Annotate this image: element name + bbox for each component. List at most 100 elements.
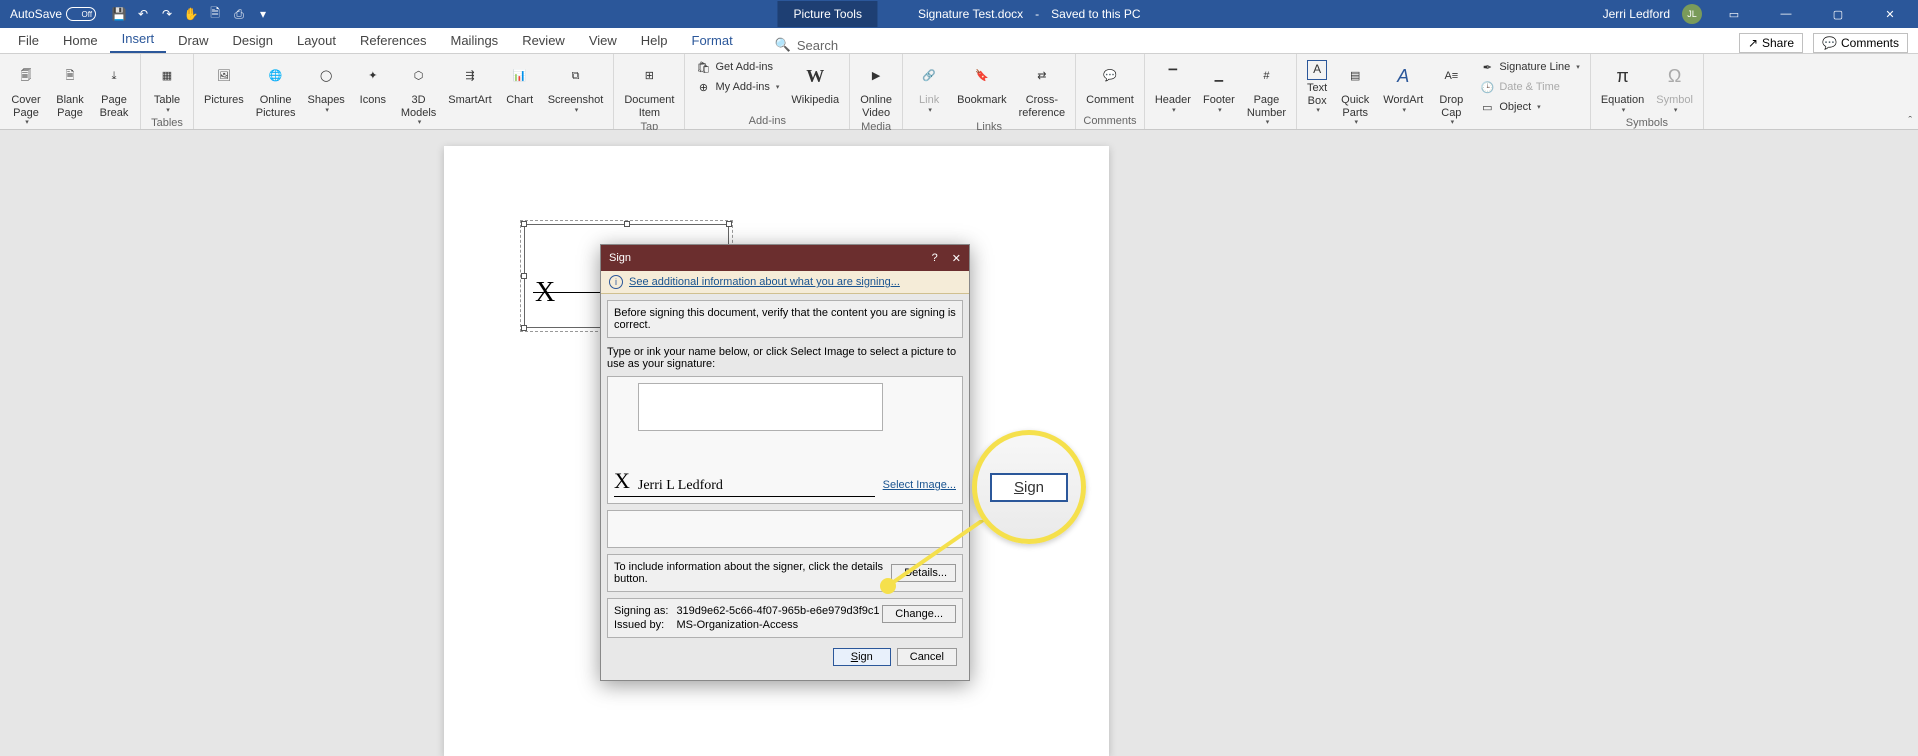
pictures-icon: 🖼 [208,60,240,92]
equation-icon: π [1607,60,1639,92]
symbol-icon: Ω [1659,60,1691,92]
cross-reference-icon: ⇄ [1026,60,1058,92]
online-pictures-icon: 🌐 [260,60,292,92]
tab-help[interactable]: Help [629,28,680,53]
tab-layout[interactable]: Layout [285,28,348,53]
sign-button[interactable]: Sign [833,648,891,666]
text-box-icon: A [1307,60,1327,80]
object-button[interactable]: ▭Object▾ [1475,98,1583,116]
doc-name: Signature Test.docx [918,7,1023,21]
signing-as-value: 319d9e62-5c66-4f07-965b-e6e979d3f9c1 [676,605,879,617]
signature-input[interactable]: X Jerri L Ledford [614,468,875,497]
avatar[interactable]: JL [1682,4,1702,24]
online-video-icon: ▶ [860,60,892,92]
username: Jerri Ledford [1603,7,1670,21]
share-icon: ↗ [1748,36,1758,50]
tab-file[interactable]: File [6,28,51,53]
cover-page-button[interactable]: 🗐Cover Page▾ [6,58,46,129]
picture-tools-tab[interactable]: Picture Tools [777,1,877,27]
quick-parts-button[interactable]: ▤Quick Parts▾ [1335,58,1375,129]
shapes-button[interactable]: ◯Shapes▾ [304,58,349,117]
smartart-button[interactable]: ⇶SmartArt [444,58,495,109]
3d-models-icon: ⬡ [403,60,435,92]
document-item-button[interactable]: ⊞Document Item [620,58,678,121]
comments-icon: 💬 [1822,36,1837,50]
chart-button[interactable]: 📊Chart [500,58,540,109]
maximize-icon[interactable]: ▢ [1818,0,1858,28]
tab-format[interactable]: Format [680,28,745,53]
my-addins-button[interactable]: ⊕My Add-ins▾ [691,78,783,96]
bookmark-button[interactable]: 🔖Bookmark [953,58,1011,109]
callout-highlight: Sign [972,430,1086,544]
group-tables-label: Tables [147,117,187,131]
page-break-button[interactable]: ⤓Page Break [94,58,134,121]
wordart-button[interactable]: AWordArt▾ [1379,58,1427,117]
online-pictures-button[interactable]: 🌐Online Pictures [252,58,300,121]
new-doc-icon[interactable]: 🗎 [206,5,224,23]
signer-name: Jerri L Ledford [638,478,723,494]
footer-icon: ▁ [1203,60,1235,92]
page-number-button[interactable]: #Page Number▾ [1243,58,1290,129]
blank-page-button[interactable]: 🗎Blank Page [50,58,90,121]
tab-design[interactable]: Design [221,28,285,53]
dialog-close-icon[interactable]: ✕ [952,252,961,265]
screenshot-button[interactable]: ⧉Screenshot▾ [544,58,608,117]
tab-insert[interactable]: Insert [110,26,167,53]
signature-line-button[interactable]: ✒Signature Line▾ [1475,58,1583,76]
3d-models-button[interactable]: ⬡3D Models▾ [397,58,440,129]
select-image-link[interactable]: Select Image... [883,479,956,491]
qat-more-icon[interactable]: ▾ [254,5,272,23]
autosave-label: AutoSave [10,7,62,21]
change-button[interactable]: Change... [882,605,956,623]
search-box[interactable]: 🔍 Search [775,37,838,53]
signature-x: X [535,277,555,309]
minimize-icon[interactable]: ― [1766,0,1806,28]
table-button[interactable]: ▦Table▾ [147,58,187,117]
collapse-ribbon-icon[interactable]: ˆ [1908,115,1912,127]
page-break-icon: ⤓ [98,60,130,92]
undo-icon[interactable]: ↶ [134,5,152,23]
cancel-button[interactable]: Cancel [897,648,957,666]
dialog-help-icon[interactable]: ? [932,252,938,265]
cross-reference-button[interactable]: ⇄Cross- reference [1015,58,1069,121]
online-video-button[interactable]: ▶Online Video [856,58,896,121]
group-addins-label: Add-ins [691,115,843,129]
get-addins-button[interactable]: 🛍Get Add-ins [691,58,783,76]
dialog-titlebar[interactable]: Sign ? ✕ [601,245,969,271]
dialog-info-bar: i See additional information about what … [601,271,969,294]
tab-references[interactable]: References [348,28,438,53]
comments-button[interactable]: 💬 Comments [1813,33,1908,53]
page-number-icon: # [1250,60,1282,92]
tab-mailings[interactable]: Mailings [439,28,511,53]
callout-connector [885,520,985,590]
equation-button[interactable]: πEquation▾ [1597,58,1648,117]
text-box-button[interactable]: AText Box▾ [1303,58,1331,117]
footer-button[interactable]: ▁Footer▾ [1199,58,1239,117]
comment-button[interactable]: 💬Comment [1082,58,1138,109]
icons-button[interactable]: ✦Icons [353,58,393,109]
wikipedia-button[interactable]: WWikipedia [787,58,843,109]
touch-icon[interactable]: ✋ [182,5,200,23]
smartart-icon: ⇶ [454,60,486,92]
tab-draw[interactable]: Draw [166,28,220,53]
screenshot-icon: ⧉ [560,60,592,92]
tab-home[interactable]: Home [51,28,110,53]
print-icon[interactable]: ⎙ [230,5,248,23]
info-link[interactable]: See additional information about what yo… [629,276,900,288]
autosave-toggle[interactable]: AutoSave Off [10,7,96,21]
ribbon-display-icon[interactable]: ▭ [1714,0,1754,28]
my-addins-icon: ⊕ [695,79,711,95]
signature-preview[interactable] [638,383,883,431]
link-icon: 🔗 [913,60,945,92]
share-button[interactable]: ↗ Share [1739,33,1803,53]
header-button[interactable]: ▔Header▾ [1151,58,1195,117]
redo-icon[interactable]: ↷ [158,5,176,23]
store-icon: 🛍 [695,59,711,75]
pictures-button[interactable]: 🖼Pictures [200,58,248,109]
drop-cap-button[interactable]: A≡Drop Cap▾ [1431,58,1471,129]
close-icon[interactable]: ✕ [1870,0,1910,28]
save-icon[interactable]: 💾 [110,5,128,23]
blank-page-icon: 🗎 [54,60,86,92]
tab-view[interactable]: View [577,28,629,53]
tab-review[interactable]: Review [510,28,577,53]
